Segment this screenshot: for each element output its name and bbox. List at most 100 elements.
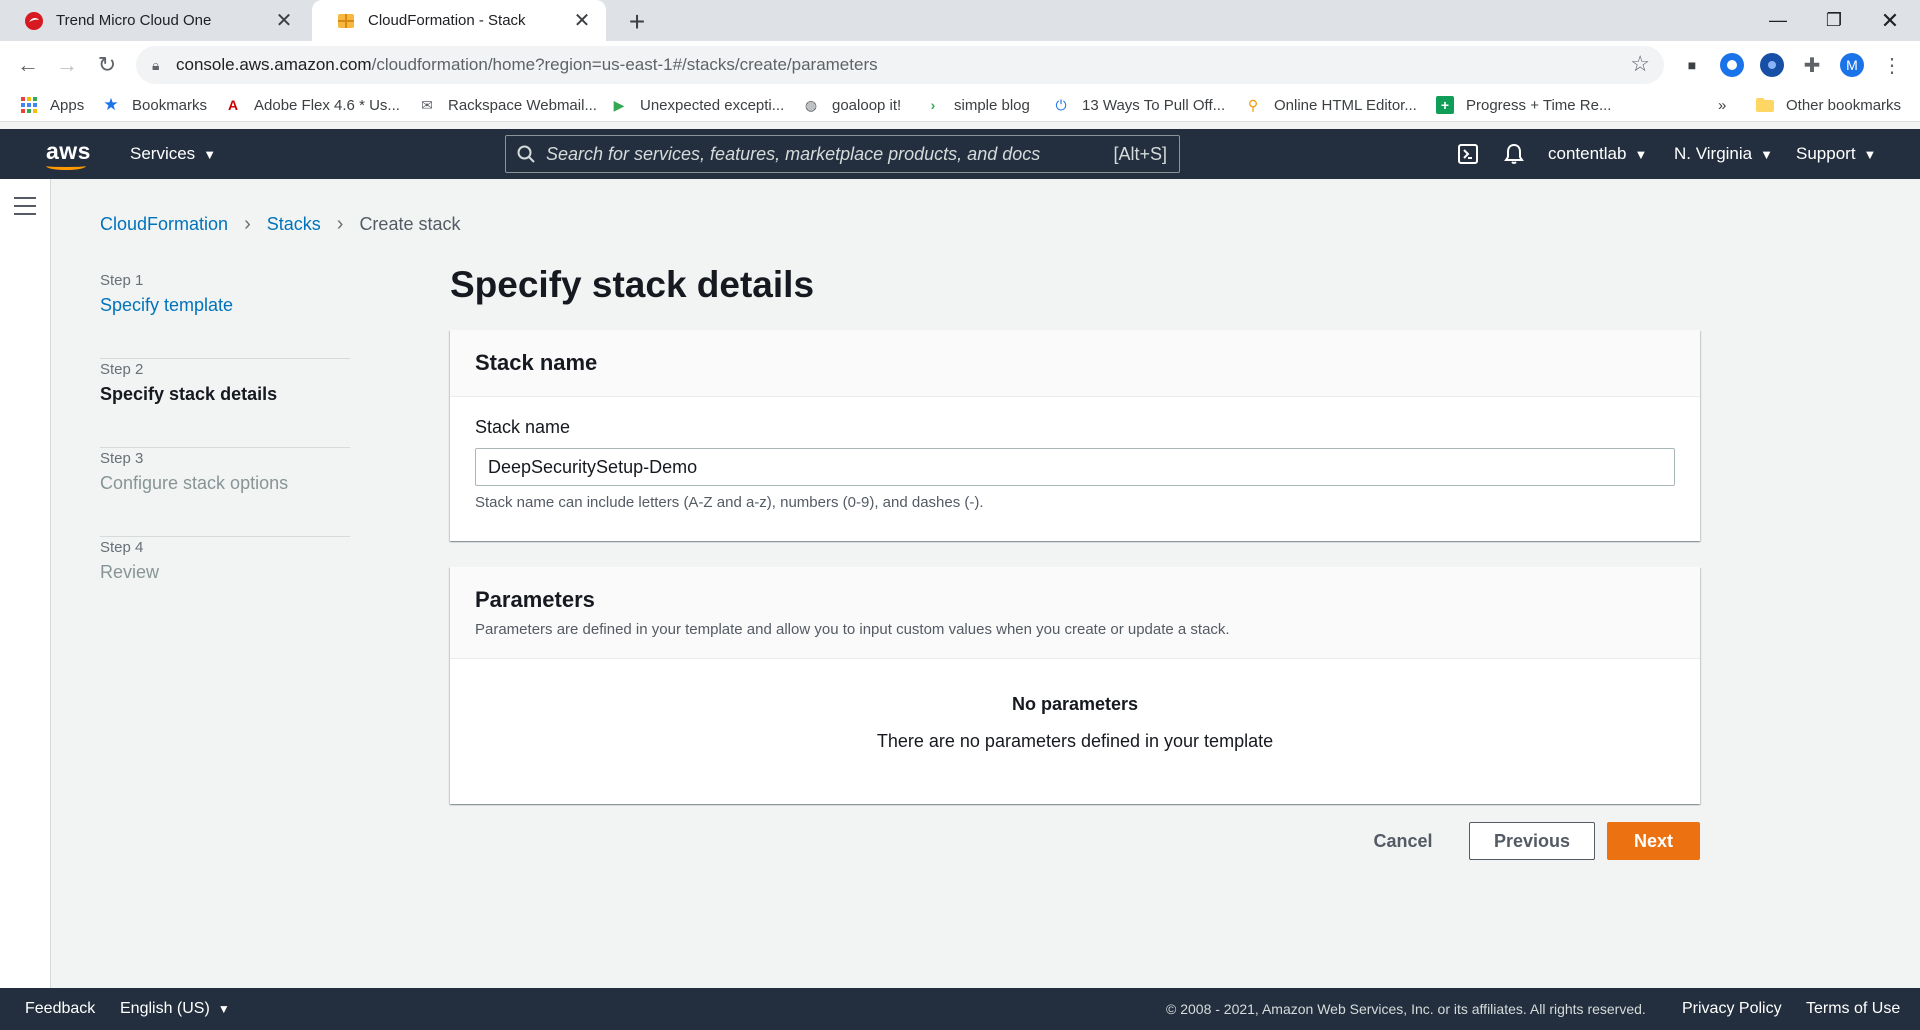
step-current-label: Specify stack details xyxy=(100,384,278,404)
stack-name-input[interactable] xyxy=(475,448,1675,486)
url-path: /cloudformation/home?region=us-east-1#/s… xyxy=(371,55,878,74)
new-tab-button[interactable]: + xyxy=(622,6,652,38)
hamburger-menu-icon[interactable] xyxy=(14,197,36,221)
tab-title: Trend Micro Cloud One xyxy=(56,12,212,29)
browser-tab-strip: Trend Micro Cloud One ✕ CloudFormation -… xyxy=(0,0,1920,41)
chevron-right-icon: › xyxy=(336,212,344,235)
browser-menu-icon[interactable]: ⋮ xyxy=(1880,53,1904,77)
aws-smile-icon xyxy=(46,162,86,170)
address-bar[interactable]: 🔒︎ console.aws.amazon.com/cloudformation… xyxy=(136,46,1664,84)
caret-down-icon: ▼ xyxy=(1863,146,1877,162)
extensions-puzzle-icon[interactable]: ✚ xyxy=(1800,53,1824,77)
mail-icon: ✉ xyxy=(421,96,433,113)
extension-target-icon[interactable] xyxy=(1760,53,1784,77)
breadcrumb-stacks[interactable]: Stacks xyxy=(267,214,321,235)
terms-of-use-link[interactable]: Terms of Use xyxy=(1806,988,1900,1030)
bookmark-progress-time[interactable]: + Progress + Time Re... xyxy=(1436,94,1611,116)
privacy-policy-link[interactable]: Privacy Policy xyxy=(1682,988,1782,1030)
notifications-bell-icon[interactable] xyxy=(1504,129,1524,179)
stack-name-panel: Stack name Stack name Stack name can inc… xyxy=(450,330,1700,541)
close-tab-icon[interactable]: ✕ xyxy=(274,8,294,33)
extension-circle-icon[interactable] xyxy=(1720,53,1744,77)
folder-icon xyxy=(1756,96,1774,114)
close-window-icon[interactable]: ✕ xyxy=(1862,0,1918,41)
extension-camera-icon[interactable]: ■ xyxy=(1680,53,1704,77)
wizard-steps: Step 1 Specify template Step 2 Specify s… xyxy=(100,270,350,626)
cloudformation-icon xyxy=(338,13,354,28)
bookmark-bookmarks[interactable]: ★ Bookmarks xyxy=(102,94,207,116)
bookmark-label: 13 Ways To Pull Off... xyxy=(1082,96,1226,114)
minimize-window-icon[interactable]: — xyxy=(1750,0,1806,41)
support-menu[interactable]: Support ▼ xyxy=(1796,129,1876,179)
side-navigation-rail xyxy=(0,179,51,988)
services-label: Services xyxy=(130,144,196,163)
close-tab-icon[interactable]: ✕ xyxy=(572,8,592,33)
reload-icon[interactable]: ↻ xyxy=(93,51,121,79)
bookmark-label: Rackspace Webmail... xyxy=(448,96,597,114)
panel-heading: Stack name xyxy=(475,350,598,375)
trend-micro-icon xyxy=(25,11,43,30)
account-name: contentlab xyxy=(1548,144,1627,163)
breadcrumb-cloudformation[interactable]: CloudFormation xyxy=(100,214,228,235)
next-button[interactable]: Next xyxy=(1607,822,1700,860)
apps-grid-icon xyxy=(20,96,38,114)
forward-arrow-icon[interactable]: → xyxy=(53,51,81,79)
previous-button[interactable]: Previous xyxy=(1469,822,1595,860)
language-selector[interactable]: English (US) ▼ xyxy=(120,988,230,1030)
bookmark-other-bookmarks[interactable]: Other bookmarks xyxy=(1756,94,1901,116)
bookmark-goaloop[interactable]: ◍ goaloop it! xyxy=(802,94,901,116)
sheets-icon: + xyxy=(1436,96,1454,114)
wizard-step-4: Step 4 Review xyxy=(100,537,350,626)
cancel-button[interactable]: Cancel xyxy=(1360,822,1446,860)
empty-state-title: No parameters xyxy=(1011,694,1139,714)
empty-state: No parameters There are no parameters de… xyxy=(450,659,1700,752)
panel-header: Stack name xyxy=(450,330,1700,397)
bookmarks-overflow-button[interactable]: » xyxy=(1718,94,1726,116)
bookmark-simple-blog[interactable]: › simple blog xyxy=(924,94,1030,116)
console-footer: Feedback English (US) ▼ © 2008 - 2021, A… xyxy=(0,988,1920,1030)
chevron-right-icon: › xyxy=(244,212,251,235)
page-title: Specify stack details xyxy=(450,264,815,305)
panel-description: Parameters are defined in your template … xyxy=(475,621,1230,638)
wizard-step-2: Step 2 Specify stack details xyxy=(100,359,350,448)
step-number: Step 1 xyxy=(100,272,144,289)
caret-down-icon: ▼ xyxy=(1760,146,1773,162)
url-host: console.aws.amazon.com xyxy=(176,55,372,74)
browser-tab-trend-micro[interactable]: Trend Micro Cloud One ✕ xyxy=(0,0,308,41)
bookmark-star-icon[interactable]: ☆ xyxy=(1630,51,1650,77)
region-name: N. Virginia xyxy=(1674,144,1753,163)
services-menu[interactable]: Services ▼ xyxy=(130,129,216,179)
breadcrumb: CloudFormation › Stacks › Create stack xyxy=(100,213,460,235)
bookmark-adobe-flex[interactable]: A Adobe Flex 4.6 * Us... xyxy=(224,94,400,116)
bookmark-13-ways[interactable]: ⏻ 13 Ways To Pull Off... xyxy=(1052,94,1225,116)
region-menu[interactable]: N. Virginia ▼ xyxy=(1674,129,1773,179)
bookmark-apps[interactable]: Apps xyxy=(20,94,84,116)
stack-name-label: Stack name xyxy=(475,417,571,437)
caret-down-icon: ▼ xyxy=(203,146,217,162)
parameters-panel: Parameters Parameters are defined in you… xyxy=(450,567,1700,804)
feedback-link[interactable]: Feedback xyxy=(25,988,95,1030)
restore-window-icon[interactable]: ❐ xyxy=(1806,0,1862,41)
step-link-specify-template[interactable]: Specify template xyxy=(100,295,350,316)
search-input[interactable] xyxy=(546,143,1114,165)
support-label: Support xyxy=(1796,144,1856,163)
bookmark-label: Unexpected excepti... xyxy=(640,96,785,114)
profile-avatar[interactable]: M xyxy=(1840,53,1864,77)
language-label: English (US) xyxy=(120,1000,210,1017)
bookmark-unexpected-exception[interactable]: ▶ Unexpected excepti... xyxy=(610,94,785,116)
wizard-step-3: Step 3 Configure stack options xyxy=(100,448,350,537)
step-number: Step 2 xyxy=(100,361,144,378)
browser-tab-cloudformation[interactable]: CloudFormation - Stack ✕ xyxy=(312,0,606,41)
bookmark-online-html-editor[interactable]: ⚲ Online HTML Editor... xyxy=(1244,94,1417,116)
back-arrow-icon[interactable]: ← xyxy=(14,51,42,79)
bookmark-label: Adobe Flex 4.6 * Us... xyxy=(254,96,400,114)
power-icon: ⏻ xyxy=(1055,96,1067,113)
service-search-box[interactable]: [Alt+S] xyxy=(505,135,1180,173)
account-menu[interactable]: contentlab ▼ xyxy=(1548,129,1647,179)
bookmark-label: Online HTML Editor... xyxy=(1274,96,1417,114)
panel-header: Parameters Parameters are defined in you… xyxy=(450,567,1700,659)
bookmark-rackspace[interactable]: ✉ Rackspace Webmail... xyxy=(418,94,597,116)
aws-logo[interactable]: aws xyxy=(46,138,91,170)
cloudshell-icon[interactable] xyxy=(1458,129,1478,179)
adobe-icon: A xyxy=(227,97,239,113)
